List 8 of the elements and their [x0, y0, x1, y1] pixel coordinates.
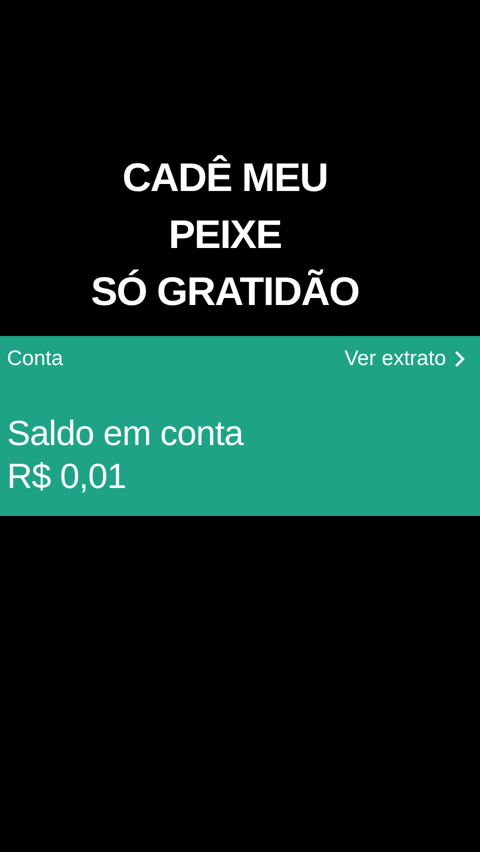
caption-text: PEIXE — [168, 212, 282, 259]
chevron-right-icon — [454, 350, 466, 368]
balance-value: R$ 0,01 — [7, 456, 128, 498]
caption-text: CADÊ MEU — [122, 154, 328, 202]
statement-link[interactable]: Ver extrato — [344, 347, 466, 371]
caption-text: SÓ GRATIDÃO — [90, 268, 360, 316]
card-title: Conta — [7, 347, 64, 371]
balance-label: Saldo em conta — [7, 413, 245, 455]
